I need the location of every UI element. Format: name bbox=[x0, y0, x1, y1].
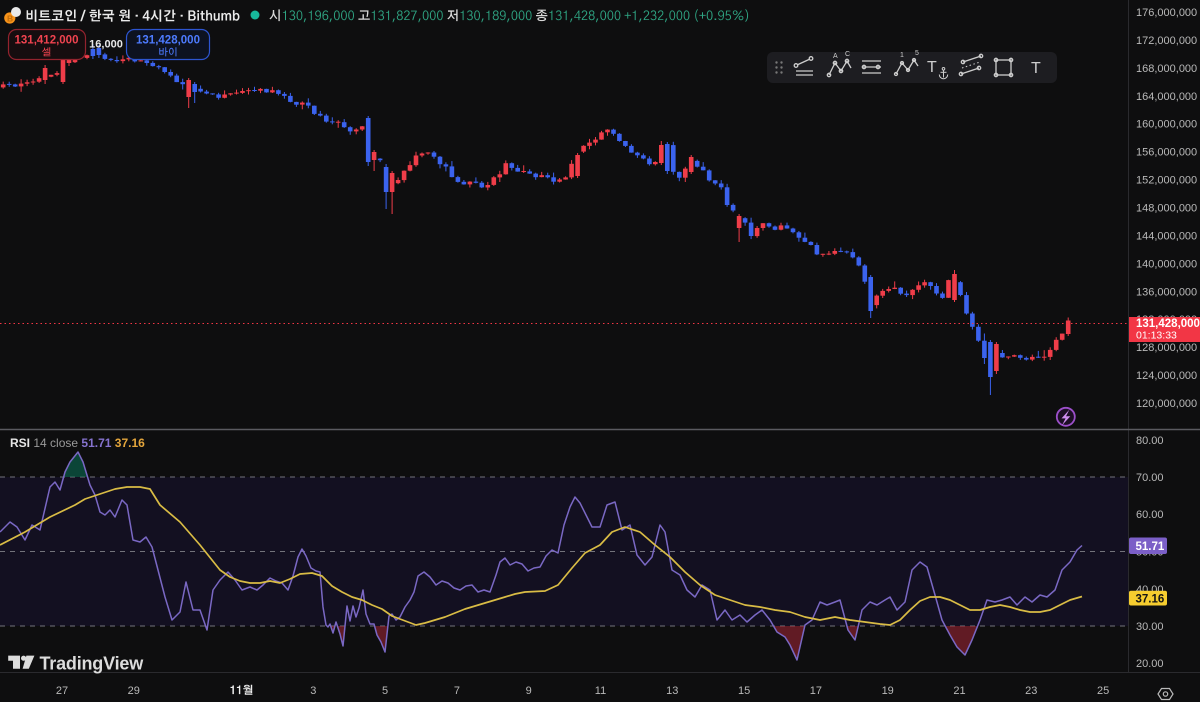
svg-text:172,000,000: 172,000,000 bbox=[1136, 35, 1197, 47]
svg-text:164,000,000: 164,000,000 bbox=[1136, 91, 1197, 103]
svg-text:131,428,000: 131,428,000 bbox=[1136, 318, 1200, 330]
svg-text:9: 9 bbox=[526, 685, 532, 697]
svg-text:128,000,000: 128,000,000 bbox=[1136, 342, 1197, 354]
svg-text:23: 23 bbox=[1025, 685, 1037, 697]
svg-text:140,000,000: 140,000,000 bbox=[1136, 258, 1197, 270]
svg-text:152,000,000: 152,000,000 bbox=[1136, 175, 1197, 187]
svg-text:20.00: 20.00 bbox=[1136, 658, 1164, 670]
svg-text:131,412,000: 131,412,000 bbox=[15, 35, 79, 47]
svg-text:19: 19 bbox=[882, 685, 894, 697]
svg-text:144,000,000: 144,000,000 bbox=[1136, 230, 1197, 242]
svg-text:15: 15 bbox=[738, 685, 750, 697]
svg-text:3: 3 bbox=[310, 685, 316, 697]
svg-text:27: 27 bbox=[56, 685, 68, 697]
svg-text:176,000,000: 176,000,000 bbox=[1136, 7, 1197, 19]
svg-text:25: 25 bbox=[1097, 685, 1109, 697]
svg-text:168,000,000: 168,000,000 bbox=[1136, 63, 1197, 75]
svg-text:131,428,000: 131,428,000 bbox=[136, 35, 200, 47]
svg-text:60.00: 60.00 bbox=[1136, 509, 1164, 521]
svg-text:156,000,000: 156,000,000 bbox=[1136, 147, 1197, 159]
svg-text:1: 1 bbox=[900, 52, 904, 59]
svg-text:5: 5 bbox=[915, 50, 919, 57]
svg-text:17: 17 bbox=[810, 685, 822, 697]
svg-text:RSI 14 close 51.71 37.16: RSI 14 close 51.71 37.16 bbox=[10, 436, 145, 450]
svg-text:51.71: 51.71 bbox=[1136, 541, 1165, 553]
svg-text:16,000: 16,000 bbox=[89, 39, 123, 51]
svg-text:13: 13 bbox=[666, 685, 678, 697]
svg-text:148,000,000: 148,000,000 bbox=[1136, 203, 1197, 215]
svg-text:7: 7 bbox=[454, 685, 460, 697]
svg-text:T: T bbox=[927, 59, 937, 76]
svg-text:11: 11 bbox=[595, 685, 606, 697]
svg-text:124,000,000: 124,000,000 bbox=[1136, 370, 1197, 382]
svg-text:5: 5 bbox=[382, 685, 388, 697]
svg-text:29: 29 bbox=[128, 685, 140, 697]
svg-text:01:13:33: 01:13:33 bbox=[1136, 330, 1177, 342]
svg-text:136,000,000: 136,000,000 bbox=[1136, 286, 1197, 298]
svg-text:T: T bbox=[1031, 60, 1041, 77]
svg-text:37.16: 37.16 bbox=[1136, 593, 1165, 605]
svg-text:A: A bbox=[833, 53, 838, 60]
svg-text:C: C bbox=[845, 51, 850, 58]
svg-text:80.00: 80.00 bbox=[1136, 435, 1164, 447]
svg-text:70.00: 70.00 bbox=[1136, 472, 1164, 484]
svg-text:120,000,000: 120,000,000 bbox=[1136, 398, 1197, 410]
svg-text:TradingView: TradingView bbox=[40, 654, 145, 674]
svg-text:21: 21 bbox=[953, 685, 965, 697]
svg-text:160,000,000: 160,000,000 bbox=[1136, 119, 1197, 131]
svg-text:30.00: 30.00 bbox=[1136, 621, 1164, 633]
